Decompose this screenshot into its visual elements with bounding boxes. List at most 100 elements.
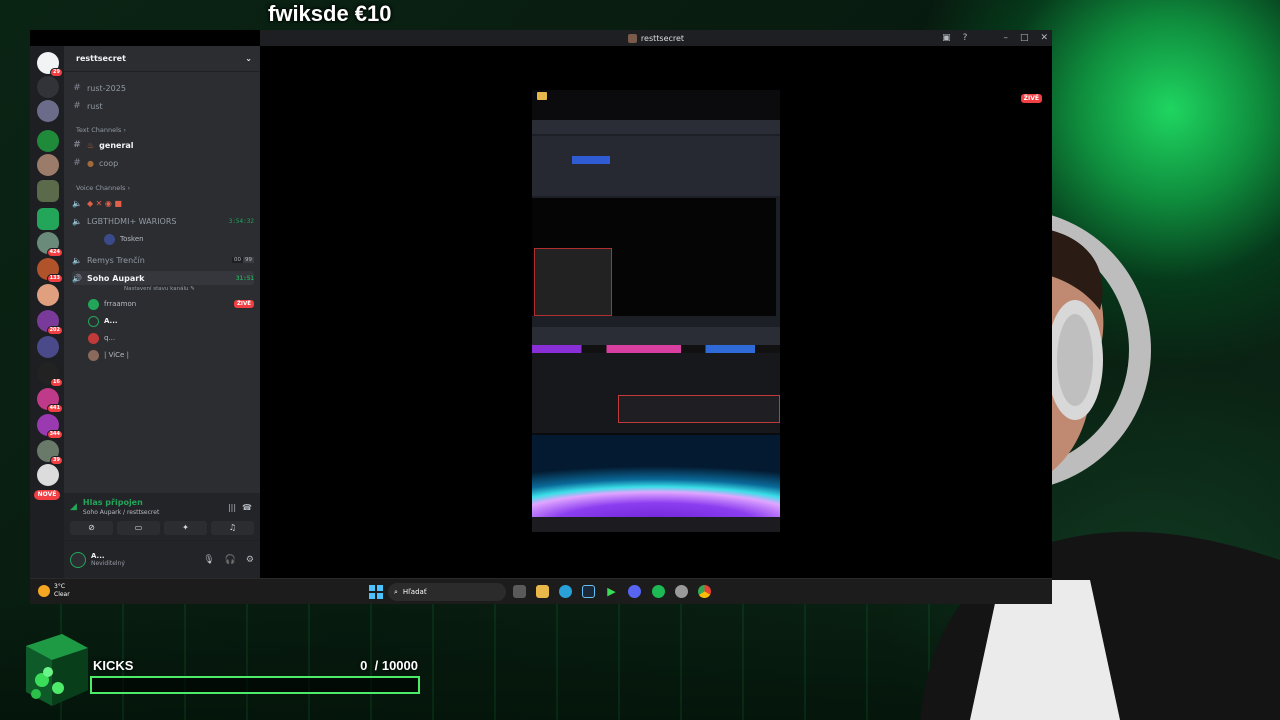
camera-off-button[interactable]: ⊘ xyxy=(70,521,113,535)
hash-icon: # xyxy=(73,140,81,150)
server-icon-2[interactable] xyxy=(37,130,59,152)
discord-taskbar-icon[interactable] xyxy=(628,585,641,598)
noise-suppression-icon[interactable]: ||| xyxy=(228,503,236,512)
hash-icon: # xyxy=(73,101,81,111)
obs-window xyxy=(532,120,780,327)
server-icon-10[interactable]: 441 xyxy=(37,388,63,413)
home-icon[interactable]: 29 xyxy=(37,52,63,77)
emoji-row-icon: ◆ ✕ ◉ ■ xyxy=(86,198,122,208)
start-button[interactable] xyxy=(369,585,383,599)
shared-screen xyxy=(532,90,780,532)
voice-channel-lgbthdmi[interactable]: 🔈 LGBTHDMI+ WARIORS 3:54:32 xyxy=(72,214,254,228)
donation-alert: fwiksde €10 xyxy=(268,1,392,26)
channel-rust[interactable]: # rust xyxy=(72,99,254,113)
minimize-button[interactable]: – xyxy=(1003,33,1008,43)
channel-status[interactable]: Nastavení stavu kanálu ✎ xyxy=(124,286,195,292)
voice-channel-soho-aupark[interactable]: 🔊 Soho Aupark 31:51 xyxy=(72,271,254,285)
fire-emoji-icon: ♨ xyxy=(87,140,95,150)
category-text-channels[interactable]: Text Channels › xyxy=(76,126,126,134)
task-view-icon[interactable] xyxy=(513,585,526,598)
voice-user[interactable]: q... xyxy=(88,331,115,345)
folder-icon xyxy=(537,92,547,100)
new-servers-badge: NOVÉ xyxy=(34,490,60,500)
stream-viewer[interactable]: ŽIVĚ xyxy=(260,46,1052,578)
activities-button[interactable]: ✦ xyxy=(164,521,207,535)
server-icon-7[interactable]: 202 xyxy=(37,310,63,335)
server-icon-3[interactable] xyxy=(37,154,59,176)
windows-taskbar: 3°C Clear ⌕ Hľadať ▶ xyxy=(30,578,1052,604)
speaker-icon: 🔈 xyxy=(72,198,82,208)
server-icon-6[interactable] xyxy=(37,284,59,306)
channel-sidebar: resttsecret ⌄ # rust-2025 # rust Text Ch… xyxy=(64,46,260,578)
search-icon: ⌕ xyxy=(394,587,398,596)
channel-coop[interactable]: # ● coop xyxy=(72,156,254,170)
window-titlebar: resttsecret ▣ ? – □ ✕ xyxy=(260,30,1052,46)
server-folder-icon[interactable] xyxy=(37,208,59,230)
channel-general[interactable]: # ♨ general xyxy=(72,138,254,152)
help-icon[interactable]: ? xyxy=(963,33,968,43)
server-icon-1[interactable] xyxy=(37,100,59,122)
disconnect-icon[interactable]: ☎ xyxy=(242,503,252,512)
server-rail: 29 424 133 202 16 441 344 39 NOVÉ xyxy=(30,46,64,578)
chrome-icon[interactable] xyxy=(698,585,711,598)
channel-rust-2025[interactable]: # rust-2025 xyxy=(72,81,254,95)
live-badge: ŽIVĚ xyxy=(1020,94,1042,103)
voice-user[interactable]: frraamon ŽIVĚ xyxy=(88,297,254,311)
category-voice-channels[interactable]: Voice Channels › xyxy=(76,184,130,192)
hash-icon: # xyxy=(73,83,81,93)
avatar[interactable] xyxy=(70,551,86,568)
avatar xyxy=(88,349,99,361)
chevron-down-icon: ⌄ xyxy=(245,54,252,63)
voice-channel-remys[interactable]: 🔈 Remys Trenčín 00 99 xyxy=(72,253,254,267)
inbox-icon[interactable]: ▣ xyxy=(942,33,951,43)
file-explorer-icon[interactable] xyxy=(536,585,549,598)
server-icon-8[interactable] xyxy=(37,336,59,358)
maximize-button[interactable]: □ xyxy=(1020,33,1029,43)
signal-icon: ◢ xyxy=(70,502,77,512)
speaker-icon: 🔈 xyxy=(72,255,82,265)
server-icon-5[interactable]: 133 xyxy=(37,258,63,283)
screen-share-button[interactable]: ▭ xyxy=(117,521,160,535)
avatar xyxy=(104,233,115,245)
kicks-goal-label: KICKS xyxy=(93,658,134,673)
user-limit-badge: 00 99 xyxy=(232,257,254,263)
window-controls: ▣ ? – □ ✕ xyxy=(942,30,1048,46)
server-icon-resttsecret[interactable] xyxy=(37,180,59,202)
gear-icon[interactable]: ⚙ xyxy=(246,555,254,565)
server-icon-9[interactable]: 16 xyxy=(37,362,63,387)
headphones-icon[interactable]: 🎧 xyxy=(225,555,236,565)
hash-icon: # xyxy=(73,158,81,168)
speaker-icon: 🔈 xyxy=(72,216,82,226)
voice-user[interactable]: Tosken xyxy=(104,232,144,246)
soundboard-button[interactable]: ♫ xyxy=(211,521,254,535)
stream-avatar-icon xyxy=(627,33,637,43)
weather-widget[interactable]: 3°C Clear xyxy=(38,583,70,599)
speaker-icon: 🔊 xyxy=(72,273,82,283)
server-icon-4[interactable]: 424 xyxy=(37,232,63,257)
kicks-progress-bar xyxy=(90,676,420,694)
discord-window: resttsecret ▣ ? – □ ✕ 29 424 133 202 16 … xyxy=(30,30,1052,578)
user-panel: A... Neviditelný 🎙 🎧 ⚙ xyxy=(64,541,260,578)
app-icon[interactable] xyxy=(675,585,688,598)
poop-emoji-icon: ● xyxy=(87,158,94,168)
server-icon-13[interactable] xyxy=(37,464,59,486)
voice-user[interactable]: A... xyxy=(88,314,118,328)
edge-icon[interactable] xyxy=(559,585,572,598)
kicks-goal-count: 0 / 10000 xyxy=(360,658,418,673)
spotify-icon[interactable] xyxy=(652,585,665,598)
sun-icon xyxy=(38,585,50,597)
server-name: resttsecret xyxy=(76,54,126,63)
voice-channel-emoji[interactable]: 🔈 ◆ ✕ ◉ ■ xyxy=(72,196,254,210)
server-icon-11[interactable]: 344 xyxy=(37,414,63,439)
steam-icon[interactable] xyxy=(582,585,595,598)
search-box[interactable]: ⌕ Hľadať xyxy=(388,583,506,601)
avatar xyxy=(88,332,99,344)
voice-user[interactable]: | ViCe | xyxy=(88,348,129,362)
play-icon[interactable]: ▶ xyxy=(605,585,618,598)
close-button[interactable]: ✕ xyxy=(1040,33,1048,43)
server-header[interactable]: resttsecret ⌄ xyxy=(64,46,260,72)
messages-icon[interactable] xyxy=(37,76,59,98)
cube-logo xyxy=(26,634,88,706)
microphone-icon[interactable]: 🎙 xyxy=(203,555,214,565)
server-icon-12[interactable]: 39 xyxy=(37,440,63,465)
